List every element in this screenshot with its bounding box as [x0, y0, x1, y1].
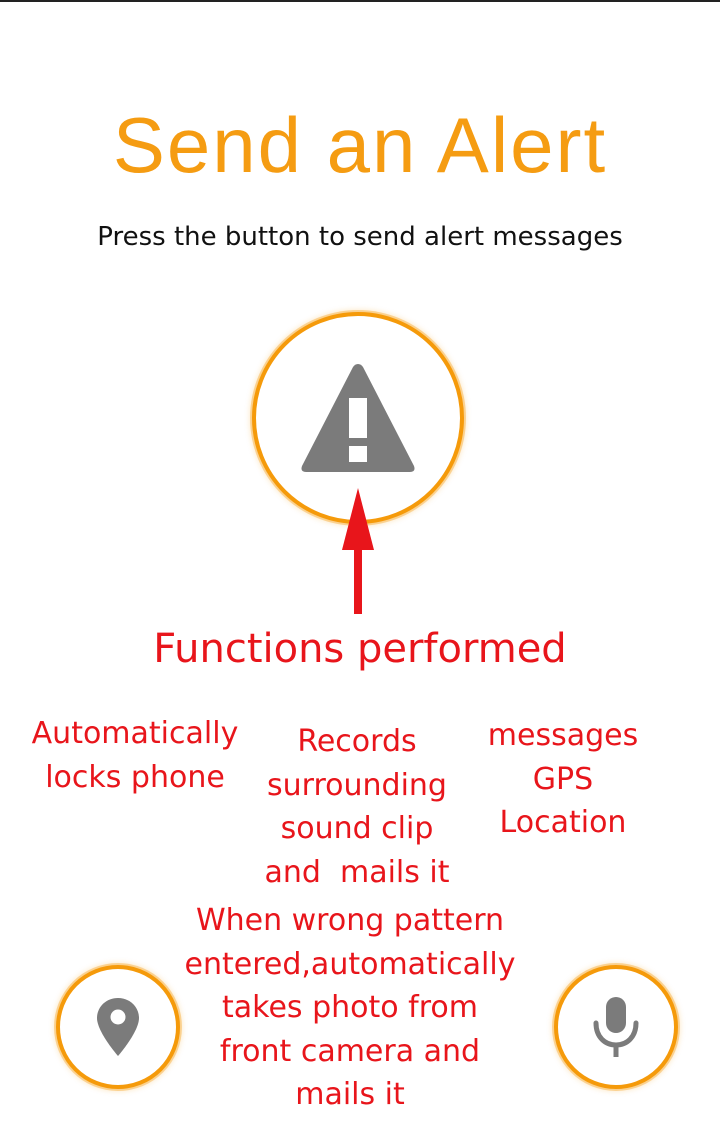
- annotation-line: takes photo from: [222, 990, 478, 1025]
- annotation-line: GPS: [532, 761, 594, 797]
- annotation-auto-lock: Automatically locks phone: [20, 712, 250, 800]
- annotation-arrow: [342, 488, 374, 614]
- functions-heading: Functions performed: [153, 626, 567, 672]
- annotation-wrong-pattern: When wrong pattern entered,automatically…: [172, 899, 528, 1117]
- annotation-line: front camera and: [219, 1033, 481, 1069]
- annotation-records: Records surrounding sound clip and mails…: [246, 720, 468, 894]
- annotation-line: mails it: [295, 1077, 405, 1112]
- microphone-icon: [593, 997, 639, 1057]
- annotation-line: surrounding: [267, 767, 447, 803]
- annotation-line: and mails it: [264, 854, 450, 890]
- annotation-line: When wrong pattern: [195, 903, 505, 938]
- annotation-line: sound clip: [280, 811, 434, 846]
- page-title: Send an Alert: [112, 101, 608, 189]
- annotation-line: entered,automatically: [184, 946, 516, 982]
- annotation-line: Automatically: [31, 716, 239, 751]
- page-subtitle: Press the button to send alert messages: [97, 222, 623, 252]
- annotation-line: Location: [499, 805, 627, 840]
- location-button[interactable]: [56, 965, 180, 1089]
- location-pin-icon: [97, 998, 139, 1056]
- status-divider: [0, 0, 720, 2]
- annotation-line: messages: [487, 718, 639, 753]
- warning-triangle-icon: [301, 364, 415, 472]
- annotation-line: locks phone: [45, 760, 225, 795]
- annotation-line: Records: [297, 724, 417, 759]
- microphone-button[interactable]: [554, 965, 678, 1089]
- annotation-messages: messages GPS Location: [468, 714, 658, 845]
